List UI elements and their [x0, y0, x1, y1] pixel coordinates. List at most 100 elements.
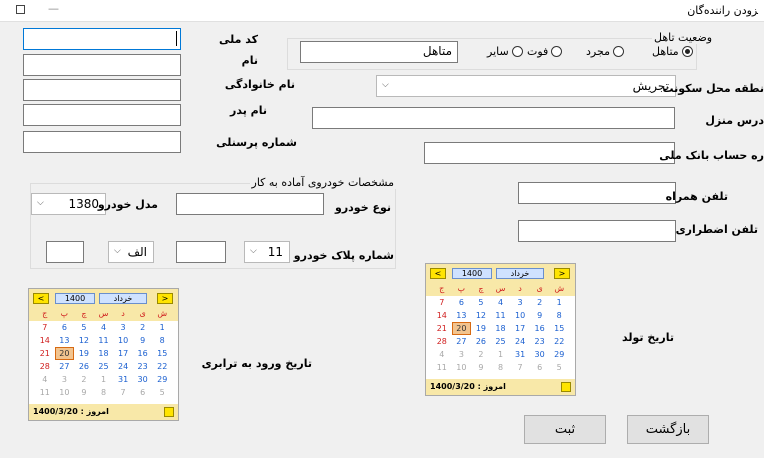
- calendar-day[interactable]: 7: [510, 361, 530, 374]
- calendar-day[interactable]: 1: [152, 321, 172, 334]
- calendar-day[interactable]: 9: [530, 309, 550, 322]
- calendar-next-button[interactable]: >: [554, 268, 570, 279]
- calendar-day[interactable]: 5: [471, 296, 491, 309]
- calendar-day[interactable]: 22: [152, 360, 172, 373]
- radio-deceased[interactable]: فوت: [527, 45, 563, 58]
- calendar-day[interactable]: 11: [491, 309, 511, 322]
- calendar-day[interactable]: 10: [113, 334, 133, 347]
- calendar-day[interactable]: 1: [491, 348, 511, 361]
- calendar-day[interactable]: 12: [471, 309, 491, 322]
- calendar-day[interactable]: 15: [549, 322, 569, 335]
- calendar-day[interactable]: 26: [74, 360, 94, 373]
- calendar-day[interactable]: 29: [549, 348, 569, 361]
- calendar-day[interactable]: 31: [510, 348, 530, 361]
- national-code-input[interactable]: [23, 28, 181, 50]
- calendar-day[interactable]: 6: [452, 296, 472, 309]
- calendar-day[interactable]: 19: [74, 347, 94, 360]
- plate-part2-input[interactable]: [176, 241, 226, 263]
- radio-single-dot[interactable]: [612, 46, 624, 57]
- calendar-year[interactable]: 1400: [55, 293, 95, 304]
- calendar-day[interactable]: 22: [549, 335, 569, 348]
- submit-button[interactable]: ثبت: [524, 415, 606, 444]
- calendar-day[interactable]: 3: [510, 296, 530, 309]
- calendar-day[interactable]: 28: [432, 335, 452, 348]
- calendar-today-button[interactable]: [561, 382, 571, 392]
- calendar-next-button[interactable]: >: [157, 293, 173, 304]
- calendar-day[interactable]: 20: [54, 347, 75, 360]
- calendar-day[interactable]: 6: [55, 321, 75, 334]
- home-address-input[interactable]: [312, 107, 675, 129]
- calendar-today-button[interactable]: [164, 407, 174, 417]
- calendar-day[interactable]: 1: [94, 373, 114, 386]
- calendar-day[interactable]: 13: [452, 309, 472, 322]
- calendar-day[interactable]: 6: [133, 386, 153, 399]
- calendar-year[interactable]: 1400: [452, 268, 492, 279]
- last-name-input[interactable]: [23, 79, 181, 101]
- calendar-day[interactable]: 31: [113, 373, 133, 386]
- calendar-day[interactable]: 14: [35, 334, 55, 347]
- calendar-day[interactable]: 5: [549, 361, 569, 374]
- plate-letter-select[interactable]: الف ⌵: [108, 241, 154, 263]
- calendar-day[interactable]: 5: [74, 321, 94, 334]
- calendar-day[interactable]: 2: [74, 373, 94, 386]
- calendar-day[interactable]: 21: [35, 347, 55, 360]
- calendar-day[interactable]: 4: [491, 296, 511, 309]
- calendar-day[interactable]: 21: [432, 322, 452, 335]
- calendar-day[interactable]: 5: [152, 386, 172, 399]
- calendar-day[interactable]: 19: [471, 322, 491, 335]
- calendar-day[interactable]: 29: [152, 373, 172, 386]
- calendar-day[interactable]: 16: [133, 347, 153, 360]
- calendar-day[interactable]: 26: [471, 335, 491, 348]
- radio-single[interactable]: مجرد: [586, 45, 624, 58]
- calendar-day[interactable]: 8: [152, 334, 172, 347]
- calendar-day[interactable]: 23: [530, 335, 550, 348]
- calendar-day[interactable]: 24: [510, 335, 530, 348]
- calendar-day[interactable]: 9: [133, 334, 153, 347]
- calendar-day[interactable]: 2: [530, 296, 550, 309]
- plate-part1-select[interactable]: 11 ⌵: [244, 241, 290, 263]
- back-button[interactable]: بازگشت: [627, 415, 709, 444]
- mobile-input[interactable]: [518, 182, 676, 204]
- calendar-day[interactable]: 25: [94, 360, 114, 373]
- radio-other-dot[interactable]: [511, 46, 523, 57]
- minimize-icon[interactable]: —: [48, 2, 59, 15]
- calendar-day[interactable]: 17: [113, 347, 133, 360]
- calendar-prev-button[interactable]: <: [33, 293, 49, 304]
- calendar-day[interactable]: 9: [74, 386, 94, 399]
- calendar-day[interactable]: 27: [55, 360, 75, 373]
- calendar-days[interactable]: 1 2 3 4 5 6 7 8 9 10 11 12 13 14 15 16 17 18 19 20 21 22 23 24 2…: [426, 296, 575, 374]
- calendar-day[interactable]: 15: [152, 347, 172, 360]
- calendar-day[interactable]: 10: [452, 361, 472, 374]
- car-model-select[interactable]: 1380 ⌵: [31, 193, 106, 215]
- plate-part3-input[interactable]: [46, 241, 84, 263]
- father-name-input[interactable]: [23, 104, 181, 126]
- calendar-day[interactable]: 7: [113, 386, 133, 399]
- calendar-day[interactable]: 7: [35, 321, 55, 334]
- calendar-day[interactable]: 23: [133, 360, 153, 373]
- calendar-day[interactable]: 10: [55, 386, 75, 399]
- personnel-number-input[interactable]: [23, 131, 181, 153]
- calendar-day[interactable]: 7: [432, 296, 452, 309]
- calendar-day[interactable]: 16: [530, 322, 550, 335]
- calendar-day[interactable]: 30: [530, 348, 550, 361]
- calendar-day[interactable]: 11: [35, 386, 55, 399]
- radio-deceased-dot[interactable]: [551, 46, 563, 57]
- calendar-day[interactable]: 24: [113, 360, 133, 373]
- calendar-day[interactable]: 8: [94, 386, 114, 399]
- entry-date-calendar[interactable]: < 1400 خرداد > شیدسچپج 1 2 3 4 5 6 7 8 9 10 11 12 13…: [28, 288, 179, 421]
- calendar-today-text[interactable]: امروز : 1400/3/20: [33, 407, 109, 416]
- calendar-day[interactable]: 18: [94, 347, 114, 360]
- calendar-day[interactable]: 2: [471, 348, 491, 361]
- emergency-phone-input[interactable]: [518, 220, 676, 242]
- calendar-today-text[interactable]: امروز : 1400/3/20: [430, 382, 506, 391]
- calendar-day[interactable]: 20: [451, 322, 472, 335]
- calendar-day[interactable]: 4: [35, 373, 55, 386]
- calendar-day[interactable]: 25: [491, 335, 511, 348]
- calendar-days[interactable]: 1 2 3 4 5 6 7 8 9 10 11 12 13 14 15 16 17 18 19 20 21 22 23 24 2…: [29, 321, 178, 399]
- calendar-day[interactable]: 30: [133, 373, 153, 386]
- calendar-day[interactable]: 11: [94, 334, 114, 347]
- calendar-day[interactable]: 12: [74, 334, 94, 347]
- calendar-day[interactable]: 14: [432, 309, 452, 322]
- calendar-day[interactable]: 8: [549, 309, 569, 322]
- calendar-month[interactable]: خرداد: [496, 268, 544, 279]
